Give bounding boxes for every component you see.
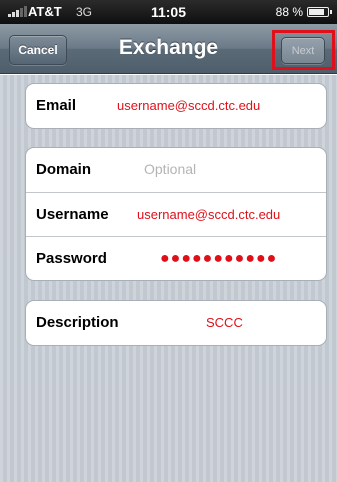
username-field[interactable]: username@sccd.ctc.edu [137, 207, 280, 222]
password-field[interactable]: ●●●●●●●●●●● [160, 250, 277, 268]
description-field[interactable]: SCCC [206, 315, 243, 330]
battery-icon [307, 7, 332, 17]
username-label: Username [36, 206, 109, 223]
battery-percentage: 88 % [275, 5, 303, 19]
description-group: Description SCCC [25, 300, 327, 346]
domain-label: Domain [36, 161, 92, 178]
domain-row[interactable]: Domain Optional [26, 148, 326, 192]
email-group: Email username@sccd.ctc.edu [25, 83, 327, 129]
email-row[interactable]: Email username@sccd.ctc.edu [26, 84, 326, 128]
email-field[interactable]: username@sccd.ctc.edu [117, 98, 260, 113]
domain-field[interactable]: Optional [144, 161, 196, 177]
password-label: Password [36, 250, 107, 267]
description-row[interactable]: Description SCCC [26, 301, 326, 345]
account-group: Domain Optional Username username@sccd.c… [25, 147, 327, 281]
next-button-highlight [272, 30, 335, 70]
password-row[interactable]: Password ●●●●●●●●●●● [26, 236, 326, 280]
email-label: Email [36, 97, 77, 114]
username-row[interactable]: Username username@sccd.ctc.edu [26, 192, 326, 236]
status-bar: AT&T 3G 11:05 88 % [0, 0, 337, 24]
battery-fill [309, 9, 324, 15]
form-area: Email username@sccd.ctc.edu Domain Optio… [0, 75, 337, 482]
description-label: Description [36, 314, 119, 331]
